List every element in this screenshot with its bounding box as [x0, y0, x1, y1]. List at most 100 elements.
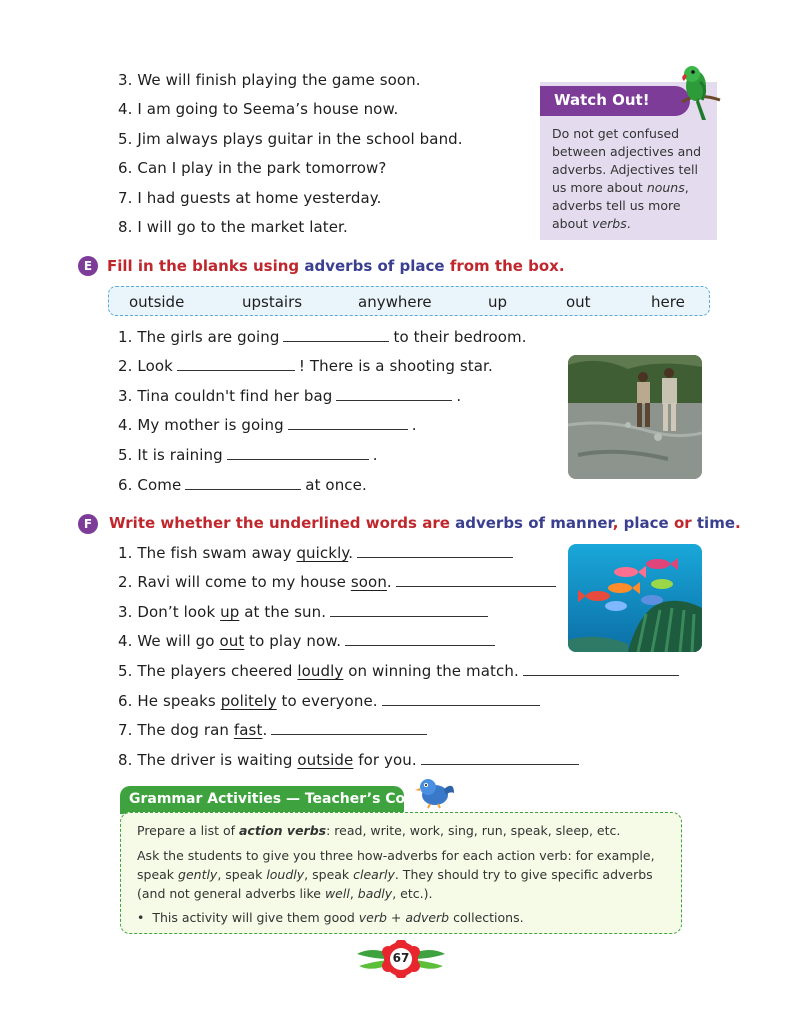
word-anywhere: anywhere	[358, 293, 432, 311]
text: 2. Look	[118, 357, 173, 375]
underlined-word: quickly	[296, 544, 349, 562]
watch-out-line: Do not get confused	[552, 126, 680, 141]
text: .	[348, 544, 354, 562]
text: , speak	[217, 867, 267, 882]
text: ,	[684, 180, 689, 195]
text: on winning the match.	[343, 662, 519, 680]
text: to their bedroom.	[393, 328, 527, 346]
word-up: up	[488, 293, 508, 311]
word-here: here	[651, 293, 685, 311]
teacher-corner-box: Prepare a list of action verbs: read, wr…	[120, 812, 682, 934]
text: This activity will give them good	[152, 910, 359, 925]
answer-blank[interactable]	[345, 631, 496, 646]
text: 8. The driver is waiting	[118, 751, 298, 769]
text: ,	[612, 514, 624, 532]
exercise-e-1: 1. The girls are going to their bedroom.	[118, 327, 527, 347]
text: 1. The girls are going	[118, 328, 280, 346]
watch-out-header: Watch Out!	[540, 86, 690, 116]
section-f-badge: F	[78, 514, 98, 534]
answer-blank[interactable]	[522, 661, 679, 676]
emphasis: clearly	[353, 867, 395, 882]
text: 2. Ravi will come to my house	[118, 573, 351, 591]
word-box: outside upstairs anywhere up out here	[108, 286, 710, 316]
exercise-f-1: 1. The fish swam away quickly.	[118, 543, 517, 563]
answer-blank[interactable]	[420, 750, 579, 765]
text: to everyone.	[276, 692, 378, 710]
bullet-glyph: •	[137, 910, 145, 925]
watch-out-line: us more about nouns,	[552, 179, 712, 197]
exercise-e-6: 6. Come at once.	[118, 475, 367, 495]
text: at once.	[305, 476, 367, 494]
answer-blank[interactable]	[336, 386, 453, 401]
emphasis: gently	[178, 867, 218, 882]
bird-icon	[415, 779, 454, 809]
text: 6. Come	[118, 476, 182, 494]
text: .	[386, 573, 392, 591]
emphasis-verbs: verbs	[592, 216, 627, 231]
watch-out-line: adverbs. Adjectives tell	[552, 162, 699, 177]
answer-blank[interactable]	[381, 691, 540, 706]
emphasis-nouns: nouns	[646, 180, 685, 195]
underlined-word: politely	[220, 692, 277, 710]
answer-blank[interactable]	[185, 475, 302, 490]
parrot-icon	[681, 66, 721, 120]
text: 4. We will go	[118, 632, 220, 650]
teacher-corner-para-2-line-2: speak gently, speak loudly, speak clearl…	[137, 866, 653, 884]
text: Write whether the underlined words are	[109, 514, 456, 532]
text: (and not general adverbs like	[137, 886, 325, 901]
teacher-corner-title: Grammar Activities — Teacher’s Corner	[129, 791, 439, 807]
text: .	[411, 416, 417, 434]
teacher-corner-para-2-line-3: (and not general adverbs like well, badl…	[137, 885, 432, 903]
underlined-word: soon	[350, 573, 387, 591]
answer-blank[interactable]	[287, 415, 408, 430]
watch-out-line: adverbs tell us more	[552, 198, 681, 213]
text: 4. My mother is going	[118, 416, 284, 434]
exercise-f-7: 7. The dog ran fast.	[118, 720, 431, 740]
text: .	[735, 514, 741, 532]
text: Prepare a list of	[137, 823, 239, 838]
text: 1. The fish swam away	[118, 544, 297, 562]
sentence-7: 7. I had guests at home yesterday.	[118, 189, 382, 207]
page-number: 67	[392, 951, 410, 965]
answer-blank[interactable]	[271, 720, 428, 735]
text: us more about	[552, 180, 647, 195]
answer-blank[interactable]	[357, 543, 514, 558]
word-outside: outside	[129, 293, 185, 311]
text: 6. He speaks	[118, 692, 221, 710]
text: ,	[349, 886, 358, 901]
exercise-f-3: 3. Don’t look up at the sun.	[118, 602, 492, 622]
section-e-badge: E	[78, 256, 98, 276]
sentence-5: 5. Jim always plays guitar in the school…	[118, 130, 463, 148]
watch-out-title: Watch Out!	[554, 91, 650, 109]
sentence-4: 4. I am going to Seema’s house now.	[118, 100, 399, 118]
exercise-e-4: 4. My mother is going.	[118, 415, 417, 435]
text: adverbs of manner	[455, 514, 613, 532]
teacher-corner-para-2-line-1: Ask the students to give you three how-a…	[137, 848, 655, 863]
watch-out-line: between adjectives and	[552, 144, 702, 159]
word-out: out	[566, 293, 591, 311]
text: 5. It is raining	[118, 446, 223, 464]
sentence-3: 3. We will finish playing the game soon.	[118, 71, 421, 89]
text: 5. The players cheered	[118, 662, 298, 680]
teacher-corner-para-1: Prepare a list of action verbs: read, wr…	[137, 822, 620, 840]
emphasis: badly	[357, 886, 393, 901]
exercise-f-8: 8. The driver is waiting outside for you…	[118, 750, 583, 770]
word-upstairs: upstairs	[242, 293, 303, 311]
answer-blank[interactable]	[283, 327, 390, 342]
answer-blank[interactable]	[176, 356, 295, 371]
text: . They should try to give specific adver…	[394, 867, 653, 882]
underlined-word: up	[220, 603, 240, 621]
teacher-corner-tab: Grammar Activities — Teacher’s Corner	[120, 786, 438, 814]
text: , etc.).	[392, 886, 433, 901]
exercise-f-2: 2. Ravi will come to my house soon.	[118, 572, 560, 592]
answer-blank[interactable]	[330, 602, 489, 617]
answer-blank[interactable]	[226, 445, 369, 460]
exercise-f-5: 5. The players cheered loudly on winning…	[118, 661, 683, 681]
exercise-f-6: 6. He speaks politely to everyone.	[118, 691, 544, 711]
text: speak	[137, 867, 179, 882]
text: Fill in the blanks using	[107, 257, 305, 275]
text: about	[552, 216, 593, 231]
text: .	[372, 446, 378, 464]
answer-blank[interactable]	[395, 572, 556, 587]
sentence-6: 6. Can I play in the park tomorrow?	[118, 159, 387, 177]
